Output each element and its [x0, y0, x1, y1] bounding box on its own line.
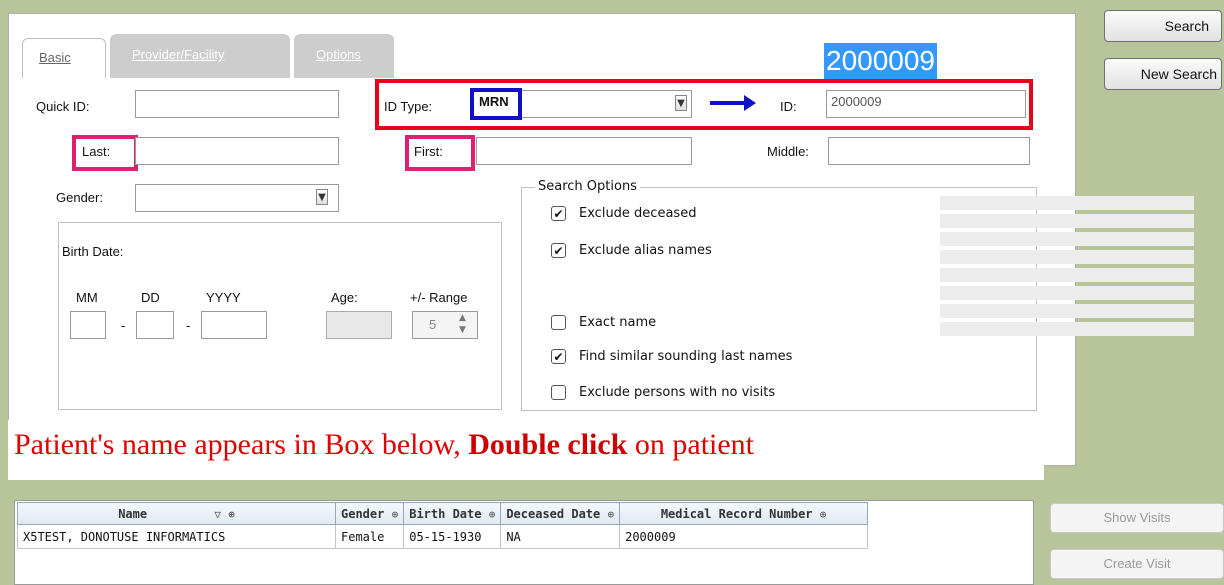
id-type-label: ID Type: — [384, 99, 433, 114]
id-type-value-highlight — [470, 88, 522, 120]
create-visit-button[interactable]: Create Visit — [1050, 549, 1224, 579]
tab-provider-facility-label: Provider/Facility — [132, 47, 225, 62]
gender-select[interactable]: ▼ — [135, 184, 339, 212]
birth-month-input[interactable] — [70, 311, 106, 339]
cell-gender: Female — [334, 524, 405, 549]
pin-icon: ⊕ — [391, 507, 399, 521]
birth-day-input[interactable] — [136, 311, 174, 339]
chevron-down-icon[interactable]: ▼ — [316, 189, 328, 205]
id-input-value: 2000009 — [831, 94, 882, 109]
column-header-label: Gender — [341, 506, 385, 521]
arrow-right-icon — [710, 101, 746, 105]
stepper-down-icon[interactable]: ▼ — [459, 325, 466, 335]
column-header-label: Deceased Date — [506, 506, 601, 521]
column-header-gender[interactable]: Gender ⊕ — [334, 502, 405, 525]
pin-icon: ⊕ — [228, 507, 235, 521]
sort-icon: ▽ — [214, 507, 221, 521]
tab-options[interactable]: Options — [294, 34, 394, 78]
similar-sounding-label: Find similar sounding last names — [579, 349, 793, 364]
exclude-no-visits-label: Exclude persons with no visits — [579, 385, 776, 400]
results-panel: Name ▽ ⊕ Gender ⊕ Birth Date ⊕ Deceased … — [14, 500, 1034, 585]
create-visit-button-label: Create Visit — [1103, 556, 1171, 571]
column-header-label: Medical Record Number — [660, 506, 813, 521]
column-header-mrn[interactable]: Medical Record Number ⊕ — [619, 502, 869, 525]
search-options-title: Search Options — [535, 179, 640, 194]
pin-icon: ⊕ — [607, 507, 615, 521]
last-name-input[interactable] — [135, 137, 339, 165]
column-header-birth-date[interactable]: Birth Date ⊕ — [403, 502, 502, 525]
chevron-down-icon[interactable]: ▼ — [675, 95, 687, 111]
search-button[interactable]: Search — [1104, 10, 1222, 42]
search-button-label: Search — [1164, 18, 1209, 34]
column-header-name[interactable]: Name ▽ ⊕ — [17, 502, 336, 525]
last-label: Last: — [82, 144, 111, 159]
pin-icon: ⊕ — [819, 507, 827, 521]
cell-deceased-date: NA — [500, 524, 621, 549]
tab-options-label: Options — [316, 47, 361, 62]
pin-icon: ⊕ — [488, 507, 496, 521]
tab-basic-label: Basic — [39, 50, 71, 65]
annotation-suffix: on patient — [627, 428, 755, 461]
quick-id-input[interactable] — [135, 90, 339, 118]
range-value: 5 — [429, 317, 437, 332]
cell-name: X5TEST, DONOTUSE INFORMATICS — [17, 524, 336, 549]
column-header-label: Name — [118, 506, 148, 521]
cell-birth-date: 05-15-1930 — [403, 524, 502, 549]
table-row[interactable]: X5TEST, DONOTUSE INFORMATICS Female 05-1… — [17, 524, 869, 549]
annotation-prefix: Patient's name appears in Box below, — [14, 428, 469, 461]
column-header-label: Birth Date — [409, 506, 482, 521]
instruction-annotation: Patient's name appears in Box below, Dou… — [8, 420, 1044, 480]
quick-id-label: Quick ID: — [36, 99, 90, 114]
tab-basic[interactable]: Basic — [22, 38, 106, 78]
age-input — [326, 311, 392, 339]
gender-label: Gender: — [56, 190, 103, 205]
arrow-head-icon — [744, 95, 756, 111]
birth-year-input[interactable] — [201, 311, 267, 339]
middle-label: Middle: — [767, 144, 809, 159]
exclude-deceased-label: Exclude deceased — [579, 206, 697, 221]
mm-label: MM — [76, 290, 98, 305]
range-stepper[interactable]: 5 ▲ ▼ — [412, 311, 478, 339]
checkbox-checked-icon: ✔ — [551, 349, 566, 364]
new-search-button-label: New Search — [1140, 66, 1217, 82]
show-visits-button-label: Show Visits — [1103, 510, 1171, 525]
show-visits-button[interactable]: Show Visits — [1050, 503, 1224, 533]
date-separator: - — [186, 318, 191, 333]
date-separator: - — [121, 318, 126, 333]
range-label: +/- Range — [410, 290, 468, 305]
selected-id-text: 2000009 — [824, 43, 938, 79]
checkbox-checked-icon: ✔ — [551, 206, 566, 221]
checkbox-unchecked-icon — [551, 385, 566, 400]
new-search-button[interactable]: New Search — [1104, 58, 1222, 90]
checkbox-unchecked-icon — [551, 315, 566, 330]
id-label: ID: — [780, 99, 797, 114]
checkbox-checked-icon: ✔ — [551, 243, 566, 258]
exclude-alias-label: Exclude alias names — [579, 243, 712, 258]
first-name-input[interactable] — [476, 137, 692, 165]
annotation-bold: Double click — [468, 428, 628, 461]
results-table: Name ▽ ⊕ Gender ⊕ Birth Date ⊕ Deceased … — [17, 502, 869, 549]
exact-name-label: Exact name — [579, 315, 657, 330]
first-label: First: — [414, 144, 443, 159]
yyyy-label: YYYY — [206, 290, 241, 305]
dd-label: DD — [141, 290, 160, 305]
stepper-up-icon[interactable]: ▲ — [459, 313, 466, 323]
striped-background — [940, 196, 1194, 340]
column-header-deceased-date[interactable]: Deceased Date ⊕ — [500, 502, 621, 525]
id-input[interactable]: 2000009 — [826, 90, 1026, 118]
tab-provider-facility[interactable]: Provider/Facility — [110, 34, 290, 78]
age-label: Age: — [331, 290, 358, 305]
middle-name-input[interactable] — [828, 137, 1030, 165]
birth-date-label: Birth Date: — [62, 244, 124, 259]
cell-mrn: 2000009 — [619, 524, 869, 549]
